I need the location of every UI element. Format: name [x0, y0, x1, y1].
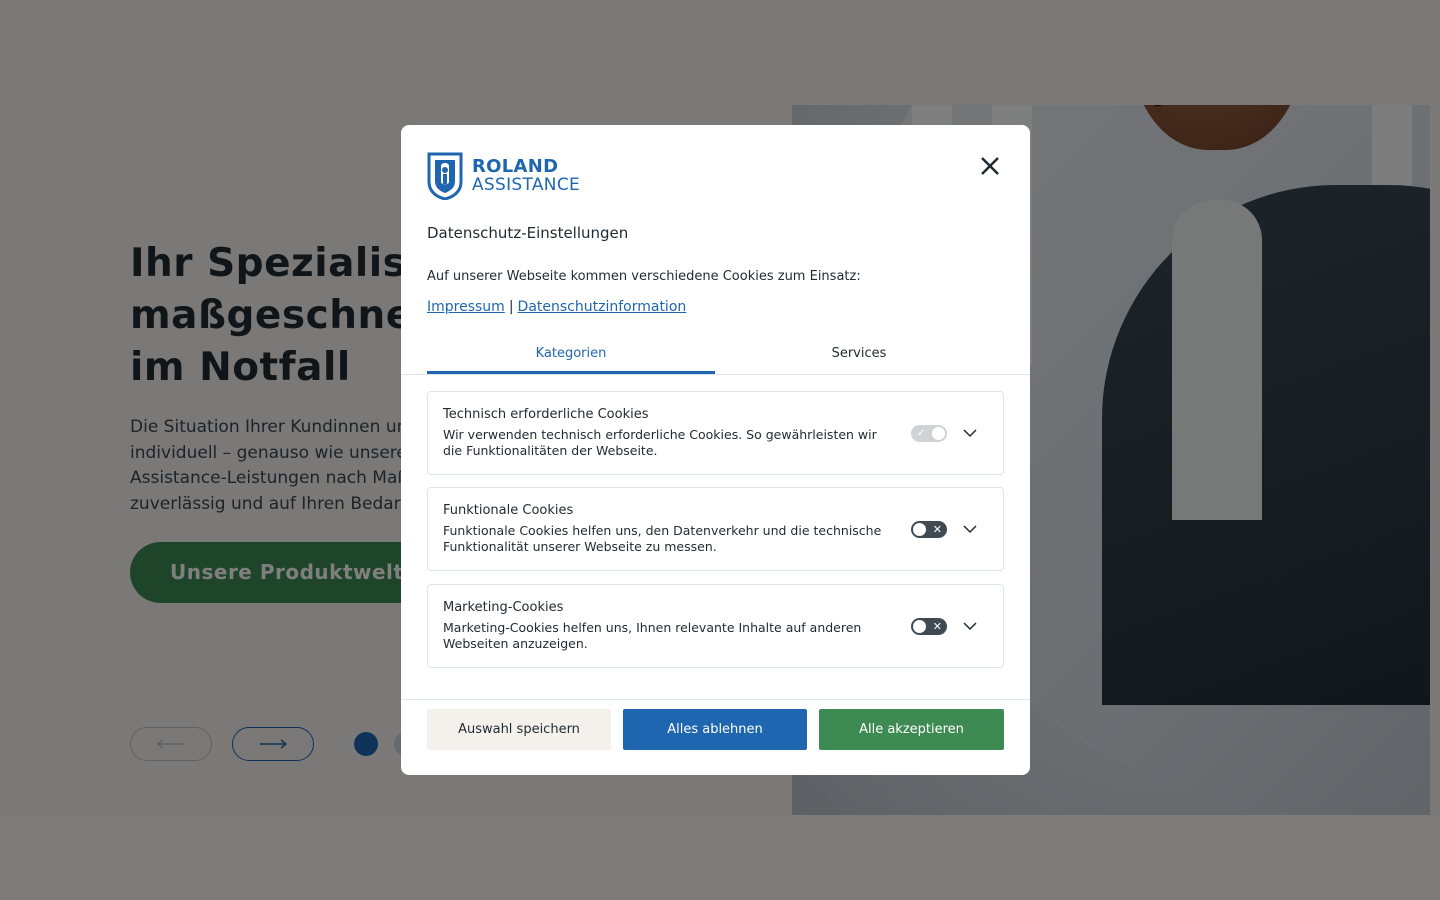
chevron-down-icon[interactable]: [963, 426, 977, 440]
privacy-settings-dialog: ROLAND ASSISTANCE Datenschutz-Einstellun…: [401, 125, 1030, 775]
category-marketing[interactable]: Marketing-Cookies Marketing-Cookies helf…: [427, 584, 1004, 668]
category-toggle-functional[interactable]: ✕: [911, 521, 947, 538]
category-title: Marketing-Cookies: [443, 600, 564, 615]
category-title: Funktionale Cookies: [443, 503, 574, 518]
category-technical[interactable]: Technisch erforderliche Cookies Wir verw…: [427, 391, 1004, 475]
close-button[interactable]: [977, 153, 1003, 179]
save-selection-button[interactable]: Auswahl speichern: [427, 709, 611, 750]
datenschutz-link[interactable]: Datenschutzinformation: [518, 299, 687, 315]
category-toggle-technical: ✓: [911, 425, 947, 442]
tab-bar: Kategorien Services: [401, 337, 1030, 375]
dialog-links: Impressum | Datenschutzinformation: [427, 299, 686, 315]
close-icon: [981, 157, 999, 175]
toggle-knob: [913, 523, 926, 536]
category-description: Wir verwenden technisch erforderliche Co…: [443, 427, 877, 458]
impressum-link[interactable]: Impressum: [427, 299, 505, 315]
roland-assistance-logo: ROLAND ASSISTANCE: [427, 152, 580, 200]
category-description: Marketing-Cookies helfen uns, Ihnen rele…: [443, 620, 862, 651]
category-toggle-marketing[interactable]: ✕: [911, 618, 947, 635]
logo-text: ROLAND ASSISTANCE: [472, 157, 580, 195]
deny-all-button[interactable]: Alles ablehnen: [623, 709, 807, 750]
shield-logo-icon: [427, 152, 463, 200]
x-icon: ✕: [932, 620, 942, 633]
accept-all-button[interactable]: Alle akzeptieren: [819, 709, 1004, 750]
dialog-intro: Auf unserer Webseite kommen verschiedene…: [427, 269, 861, 284]
tab-kategorien[interactable]: Kategorien: [427, 337, 715, 374]
dialog-footer: Auswahl speichern Alles ablehnen Alle ak…: [401, 699, 1030, 775]
x-icon: ✕: [932, 523, 942, 536]
chevron-down-icon[interactable]: [963, 522, 977, 536]
link-separator: |: [508, 299, 514, 315]
toggle-knob: [913, 620, 926, 633]
dialog-title: Datenschutz-Einstellungen: [427, 224, 629, 242]
logo-line2: ASSISTANCE: [472, 175, 581, 195]
category-functional[interactable]: Funktionale Cookies Funktionale Cookies …: [427, 487, 1004, 571]
category-description: Funktionale Cookies helfen uns, den Date…: [443, 523, 882, 554]
check-icon: ✓: [917, 428, 926, 439]
logo-line1: ROLAND: [472, 156, 559, 177]
toggle-knob: [932, 427, 945, 440]
chevron-down-icon[interactable]: [963, 619, 977, 633]
tab-services[interactable]: Services: [715, 337, 1003, 374]
category-title: Technisch erforderliche Cookies: [443, 407, 649, 422]
